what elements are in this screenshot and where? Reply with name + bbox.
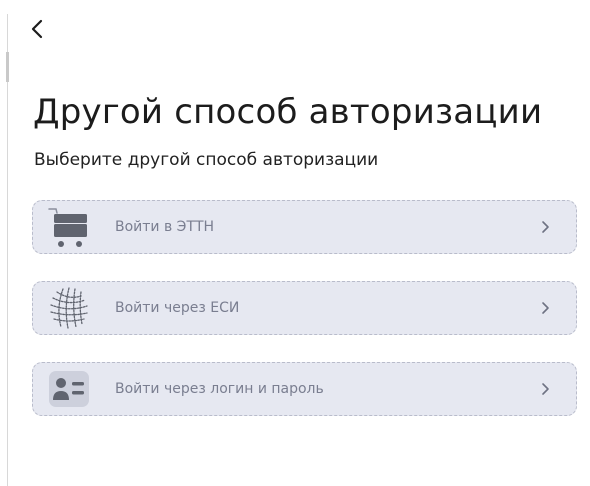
auth-method-screen: Другой способ авторизации Выберите друго…: [0, 0, 590, 486]
globe-dots-icon: [47, 286, 91, 330]
login-esi-option[interactable]: Войти через ЕСИ: [32, 281, 577, 335]
id-card-icon: [47, 367, 91, 411]
chevron-left-icon: [31, 19, 43, 39]
chevron-right-icon: [538, 301, 552, 315]
window-edge: [7, 14, 8, 486]
login-ettn-label: Войти в ЭТТН: [115, 219, 215, 235]
page-subtitle: Выберите другой способ авторизации: [34, 150, 379, 170]
login-ettn-option[interactable]: Войти в ЭТТН: [32, 200, 577, 254]
login-esi-label: Войти через ЕСИ: [115, 300, 240, 316]
login-password-label: Войти через логин и пароль: [115, 381, 324, 397]
login-password-option[interactable]: Войти через логин и пароль: [32, 362, 577, 416]
page-title: Другой способ авторизации: [33, 92, 543, 132]
scroll-indicator: [6, 52, 9, 82]
cart-icon: [47, 205, 91, 249]
chevron-right-icon: [538, 382, 552, 396]
chevron-right-icon: [538, 220, 552, 234]
back-button[interactable]: [26, 16, 48, 42]
